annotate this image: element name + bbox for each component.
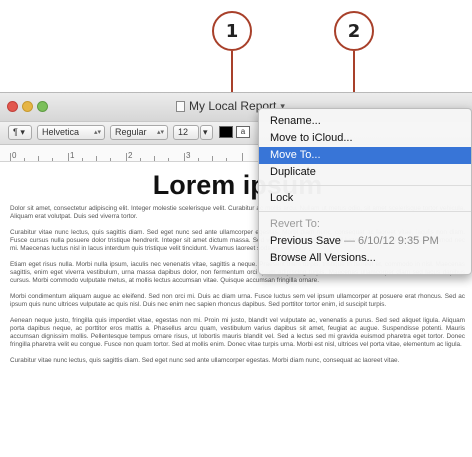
callout-1-number: 1	[225, 20, 239, 42]
menu-item-move-to[interactable]: Move To...	[259, 147, 471, 164]
menu-separator	[259, 211, 471, 212]
ruler-tick	[10, 153, 11, 161]
close-window-button[interactable]	[7, 101, 18, 112]
document-icon	[176, 100, 185, 112]
ruler-tick	[96, 156, 97, 161]
document-paragraph: Morbi condimentum aliquam augue ac eleif…	[10, 293, 465, 308]
ruler-tick	[38, 156, 39, 161]
stepper-arrows-icon: ▴▾	[156, 129, 164, 136]
text-color-swatch[interactable]	[219, 126, 233, 138]
ruler-label: 0	[12, 151, 17, 160]
ruler-tick	[198, 158, 199, 161]
ruler-tick	[110, 158, 111, 161]
paragraph-style-popup[interactable]: ¶ ▾	[8, 125, 32, 140]
ruler-tick	[52, 158, 53, 161]
typeface-value: Regular	[115, 127, 147, 137]
ruler-tick	[140, 158, 141, 161]
menu-separator	[259, 185, 471, 186]
font-family-value: Helvetica	[42, 127, 80, 137]
previous-save-date: — 6/10/12 9:35 PM	[340, 235, 439, 247]
callout-1: 1	[212, 11, 252, 51]
ruler-label: 3	[186, 151, 191, 160]
ruler-tick	[168, 158, 169, 161]
font-family-popup[interactable]: Helvetica ▴▾	[37, 125, 105, 140]
menu-header-revert-to: Revert To:	[270, 218, 320, 230]
ruler-tick	[226, 158, 227, 161]
ruler-tick	[184, 153, 185, 161]
menu-item-lock[interactable]: Lock	[259, 190, 471, 207]
ruler-tick	[212, 156, 213, 161]
previous-save-label: Previous Save	[270, 235, 341, 247]
font-size-value: 12	[178, 127, 189, 137]
menu-item-rename[interactable]: Rename...	[259, 113, 471, 130]
highlight-color-swatch[interactable]: a	[236, 126, 250, 138]
ruler-label: 1	[70, 151, 75, 160]
font-size-menu-button[interactable]: ▾	[200, 125, 213, 140]
menu-item-duplicate[interactable]: Duplicate	[259, 164, 471, 181]
highlight-label: a	[240, 127, 246, 136]
ruler-tick	[126, 153, 127, 161]
callout-2-number: 2	[347, 20, 361, 42]
font-size-field[interactable]: 12	[173, 125, 199, 140]
ruler-tick	[154, 156, 155, 161]
typeface-popup[interactable]: Regular ▴▾	[110, 125, 168, 140]
menu-item-previous-save[interactable]: Previous Save — 6/10/12 9:35 PM	[259, 233, 471, 250]
minimize-window-button[interactable]	[22, 101, 33, 112]
ruler-tick	[242, 153, 243, 161]
zoom-window-button[interactable]	[37, 101, 48, 112]
ruler-tick	[82, 158, 83, 161]
ruler-tick	[68, 153, 69, 161]
document-paragraph: Curabitur vitae nunc lectus, quis sagitt…	[10, 357, 400, 364]
menu-item-browse-all-versions[interactable]: Browse All Versions...	[259, 250, 471, 267]
title-dropdown-menu: Rename... Move to iCloud... Move To... D…	[258, 108, 472, 275]
ruler-label: 2	[128, 151, 133, 160]
stepper-arrows-icon: ▴▾	[93, 129, 101, 136]
callout-2: 2	[334, 11, 374, 51]
menu-item-move-to-icloud[interactable]: Move to iCloud...	[259, 130, 471, 147]
document-paragraph: Aenean neque justo, fringilla quis imper…	[10, 317, 465, 348]
ruler-tick	[24, 158, 25, 161]
chevron-down-icon: ▾	[203, 127, 208, 137]
paragraph-style-label: ¶ ▾	[13, 127, 25, 137]
